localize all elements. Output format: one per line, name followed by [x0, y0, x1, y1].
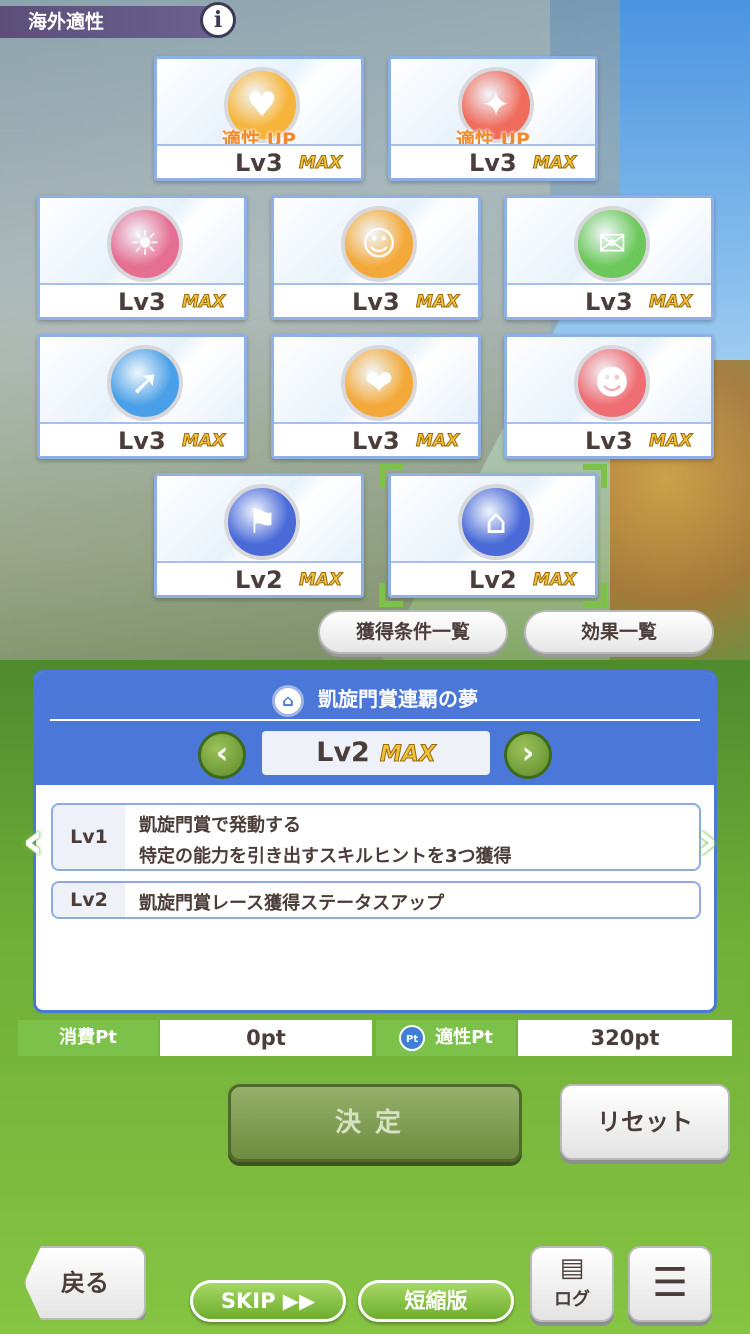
level-bar: Lv2 MAX — [391, 561, 595, 595]
log-button[interactable]: ▤ ログ — [530, 1246, 614, 1322]
cost-pt-value: 0pt — [160, 1020, 372, 1056]
divider — [50, 719, 700, 721]
effect-level-tag: Lv1 — [53, 805, 125, 869]
level-value: Lv3 — [235, 149, 283, 177]
sun-moon-icon: ☀ — [107, 206, 183, 282]
aptitude-pt-value: 320pt — [518, 1020, 732, 1056]
level-value: Lv2 — [316, 737, 370, 768]
aptitude-card-devil[interactable]: ☻ Lv3 MAX — [504, 334, 714, 459]
level-value: Lv2 — [469, 566, 517, 594]
max-badge: MAX — [532, 153, 577, 174]
aptitude-card-talk[interactable]: ✉ Lv3 MAX — [504, 195, 714, 320]
selection-corner — [583, 583, 607, 607]
selection-corner — [379, 583, 403, 607]
aptitude-card-aptitude-up-1[interactable]: ♥ 適性 UP Lv3 MAX — [154, 56, 364, 181]
detail-title: ⌂ 凱旋門賞連覇の夢 — [36, 683, 714, 717]
level-bar: Lv3 MAX — [157, 144, 361, 178]
screen-title: 海外適性 — [0, 6, 230, 38]
next-page-arrow[interactable]: › — [696, 810, 730, 872]
cost-pt-label: 消費Pt — [18, 1020, 158, 1056]
effect-text-line1: 凱旋門賞レース獲得ステータスアップ — [139, 893, 445, 914]
heart-icon: ❤ — [341, 345, 417, 421]
arch-icon: ⌂ — [458, 484, 534, 560]
devil-face-icon: ☻ — [574, 345, 650, 421]
info-icon[interactable]: i — [200, 2, 236, 38]
detail-header: ⌂ 凱旋門賞連覇の夢 ‹ Lv2 MAX › — [36, 673, 714, 785]
effect-row-lv1: Lv1 凱旋門賞で発動する 特定の能力を引き出すスキルヒントを3つ獲得 — [51, 803, 701, 871]
max-badge: MAX — [415, 431, 460, 452]
effect-text-line2: 特定の能力を引き出すスキルヒントを3つ獲得 — [139, 846, 512, 867]
selection-corner — [583, 464, 607, 488]
level-value: Lv3 — [585, 427, 633, 455]
level-value: Lv3 — [585, 288, 633, 316]
prev-page-arrow[interactable]: ‹ — [22, 810, 56, 872]
menu-button[interactable]: ☰ — [628, 1246, 712, 1322]
aptitude-card-meal[interactable]: ☺ Lv3 MAX — [271, 195, 481, 320]
level-value: Lv3 — [469, 149, 517, 177]
reset-button[interactable]: リセット — [560, 1084, 730, 1160]
arch-icon: ⌂ — [272, 684, 304, 717]
hamburger-icon: ☰ — [652, 1260, 688, 1306]
conditions-list-button[interactable]: 獲得条件一覧 — [318, 610, 508, 654]
level-bar: Lv3 MAX — [40, 422, 244, 456]
short-version-button[interactable]: 短縮版 — [358, 1280, 514, 1322]
level-value: Lv2 — [235, 566, 283, 594]
next-level-button[interactable]: › — [504, 731, 552, 779]
level-bar: Lv3 MAX — [507, 422, 711, 456]
aptitude-card-heart[interactable]: ❤ Lv3 MAX — [271, 334, 481, 459]
aptitude-card-aptitude-up-2[interactable]: ✦ 適性 UP Lv3 MAX — [388, 56, 598, 181]
back-button[interactable]: 戻る — [24, 1246, 146, 1320]
level-value: Lv3 — [352, 427, 400, 455]
level-bar: Lv3 MAX — [40, 283, 244, 317]
detail-panel: ⌂ 凱旋門賞連覇の夢 ‹ Lv2 MAX › Lv1 凱旋門賞で発動する 特定の能力… — [33, 670, 717, 1013]
effect-level-tag: Lv2 — [53, 883, 125, 917]
chat-bubble-icon: ✉ — [574, 206, 650, 282]
skip-button[interactable]: SKIP ▶▶ — [190, 1280, 346, 1322]
flag-icon: ⚑ — [224, 484, 300, 560]
aptitude-card-sun-moon[interactable]: ☀ Lv3 MAX — [37, 195, 247, 320]
level-bar: Lv3 MAX — [391, 144, 595, 178]
effect-row-lv2: Lv2 凱旋門賞レース獲得ステータスアップ — [51, 881, 701, 919]
selection-corner — [379, 464, 403, 488]
document-icon: ▤ — [559, 1253, 585, 1283]
aptitude-card-arc-de-triomphe[interactable]: ⌂ Lv2 MAX — [379, 464, 607, 607]
max-badge: MAX — [415, 292, 460, 313]
effect-text-line1: 凱旋門賞で発動する — [139, 815, 301, 836]
level-value: Lv3 — [352, 288, 400, 316]
level-bar: Lv2 MAX — [157, 561, 361, 595]
pt-coin-icon: Pt — [399, 1025, 426, 1051]
aptitude-pt-label-text: 適性Pt — [435, 1027, 493, 1048]
max-badge: MAX — [298, 570, 343, 591]
max-badge: MAX — [648, 431, 693, 452]
effects-list-button[interactable]: 効果一覧 — [524, 610, 714, 654]
aptitude-card-stairs[interactable]: ➚ Lv3 MAX — [37, 334, 247, 459]
level-value: Lv3 — [118, 427, 166, 455]
fork-knife-icon: ☺ — [341, 206, 417, 282]
level-bar: Lv3 MAX — [274, 283, 478, 317]
max-badge: MAX — [532, 570, 577, 591]
max-badge: MAX — [298, 153, 343, 174]
detail-title-text: 凱旋門賞連覇の夢 — [318, 687, 478, 711]
prev-level-button[interactable]: ‹ — [198, 731, 246, 779]
max-badge: MAX — [379, 742, 436, 768]
max-badge: MAX — [181, 292, 226, 313]
level-value: Lv3 — [118, 288, 166, 316]
max-badge: MAX — [181, 431, 226, 452]
stairs-arrow-icon: ➚ — [107, 345, 183, 421]
level-display: Lv2 MAX — [262, 731, 490, 775]
aptitude-pt-label: Pt 適性Pt — [376, 1020, 516, 1056]
decide-button[interactable]: 決定 — [228, 1084, 522, 1162]
aptitude-card-flag[interactable]: ⚑ Lv2 MAX — [154, 473, 364, 598]
level-bar: Lv3 MAX — [274, 422, 478, 456]
level-bar: Lv3 MAX — [507, 283, 711, 317]
max-badge: MAX — [648, 292, 693, 313]
log-label: ログ — [554, 1289, 590, 1310]
